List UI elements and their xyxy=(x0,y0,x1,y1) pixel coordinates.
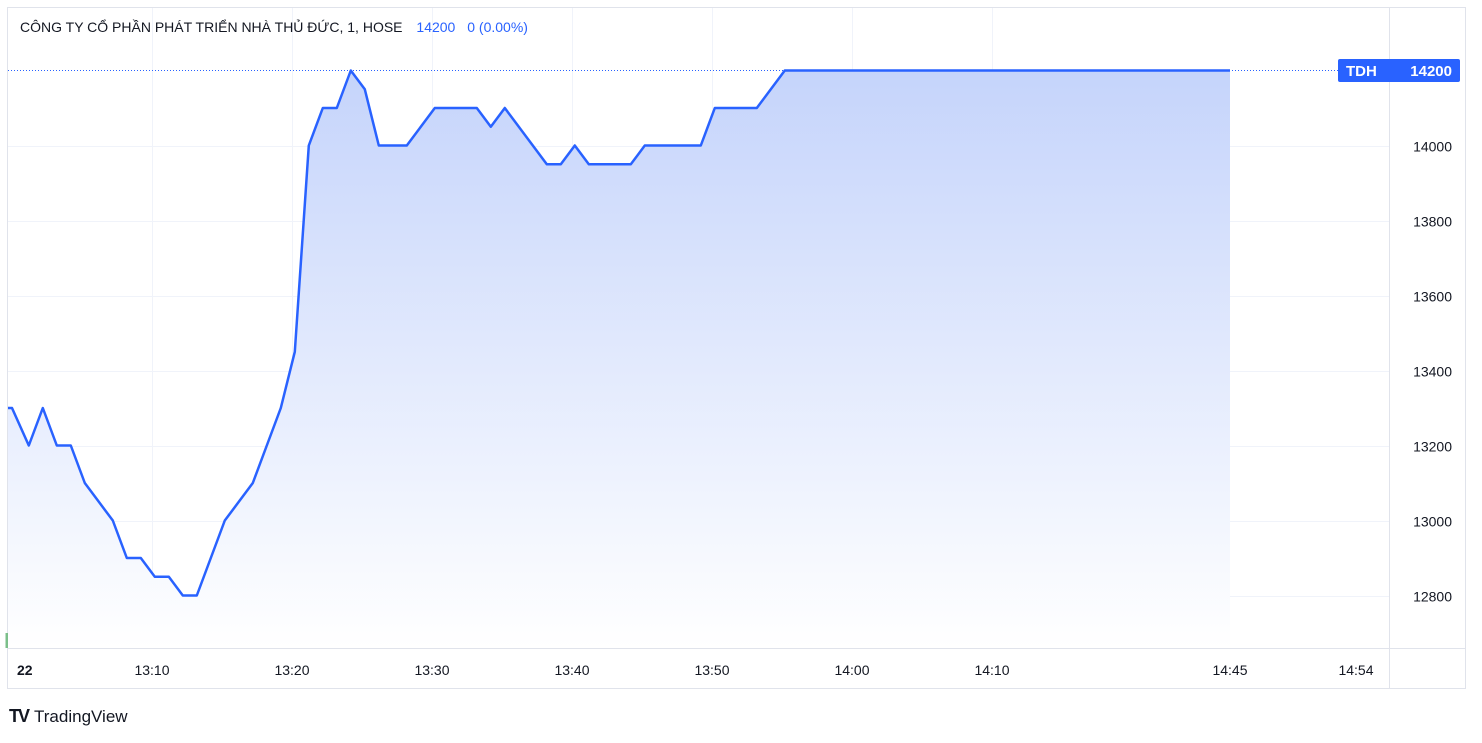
time-tick-label: 14:54 xyxy=(1338,662,1373,678)
time-tick-label: 22 xyxy=(17,662,33,678)
brand-name: TradingView xyxy=(34,706,128,726)
tradingview-logo[interactable]: TV TradingView xyxy=(9,706,128,727)
time-tick-label: 13:50 xyxy=(694,662,729,678)
symbol-name: CÔNG TY CỔ PHẦN PHÁT TRIỂN NHÀ THỦ ĐỨC, … xyxy=(20,19,403,35)
time-tick-label: 14:45 xyxy=(1212,662,1247,678)
price-tick-label: 13000 xyxy=(1413,514,1452,530)
price-change: 0 (0.00%) xyxy=(467,19,528,35)
price-area-fill xyxy=(8,70,1230,648)
price-tick-label: 14000 xyxy=(1413,139,1452,155)
price-tick-label: 12800 xyxy=(1413,589,1452,605)
price-label-value: 14200 xyxy=(1410,63,1452,80)
price-label-ticker: TDH xyxy=(1346,63,1377,80)
last-price: 14200 xyxy=(416,19,456,35)
time-tick-label: 14:10 xyxy=(974,662,1009,678)
price-tick-label: 13400 xyxy=(1413,364,1452,380)
time-tick-label: 13:10 xyxy=(134,662,169,678)
price-tick-label: 13200 xyxy=(1413,439,1452,455)
tradingview-mark-icon: TV xyxy=(9,706,30,726)
time-tick-label: 14:00 xyxy=(834,662,869,678)
price-chart[interactable]: 12800 13000 13200 13400 13600 13800 14000 22 13… xyxy=(0,0,1482,700)
price-axis: 12800 13000 13200 13400 13600 13800 14000 xyxy=(1413,139,1452,605)
time-tick-label: 13:40 xyxy=(554,662,589,678)
time-axis: 22 13:10 13:20 13:30 13:40 13:50 14:00 14:10 14:… xyxy=(17,662,1374,678)
last-price-label: TDH 14200 xyxy=(1338,59,1460,82)
price-tick-label: 13600 xyxy=(1413,289,1452,305)
chart-header: CÔNG TY CỔ PHẦN PHÁT TRIỂN NHÀ THỦ ĐỨC, … xyxy=(20,19,528,35)
time-tick-label: 13:30 xyxy=(414,662,449,678)
price-tick-label: 13800 xyxy=(1413,214,1452,230)
time-tick-label: 13:20 xyxy=(274,662,309,678)
